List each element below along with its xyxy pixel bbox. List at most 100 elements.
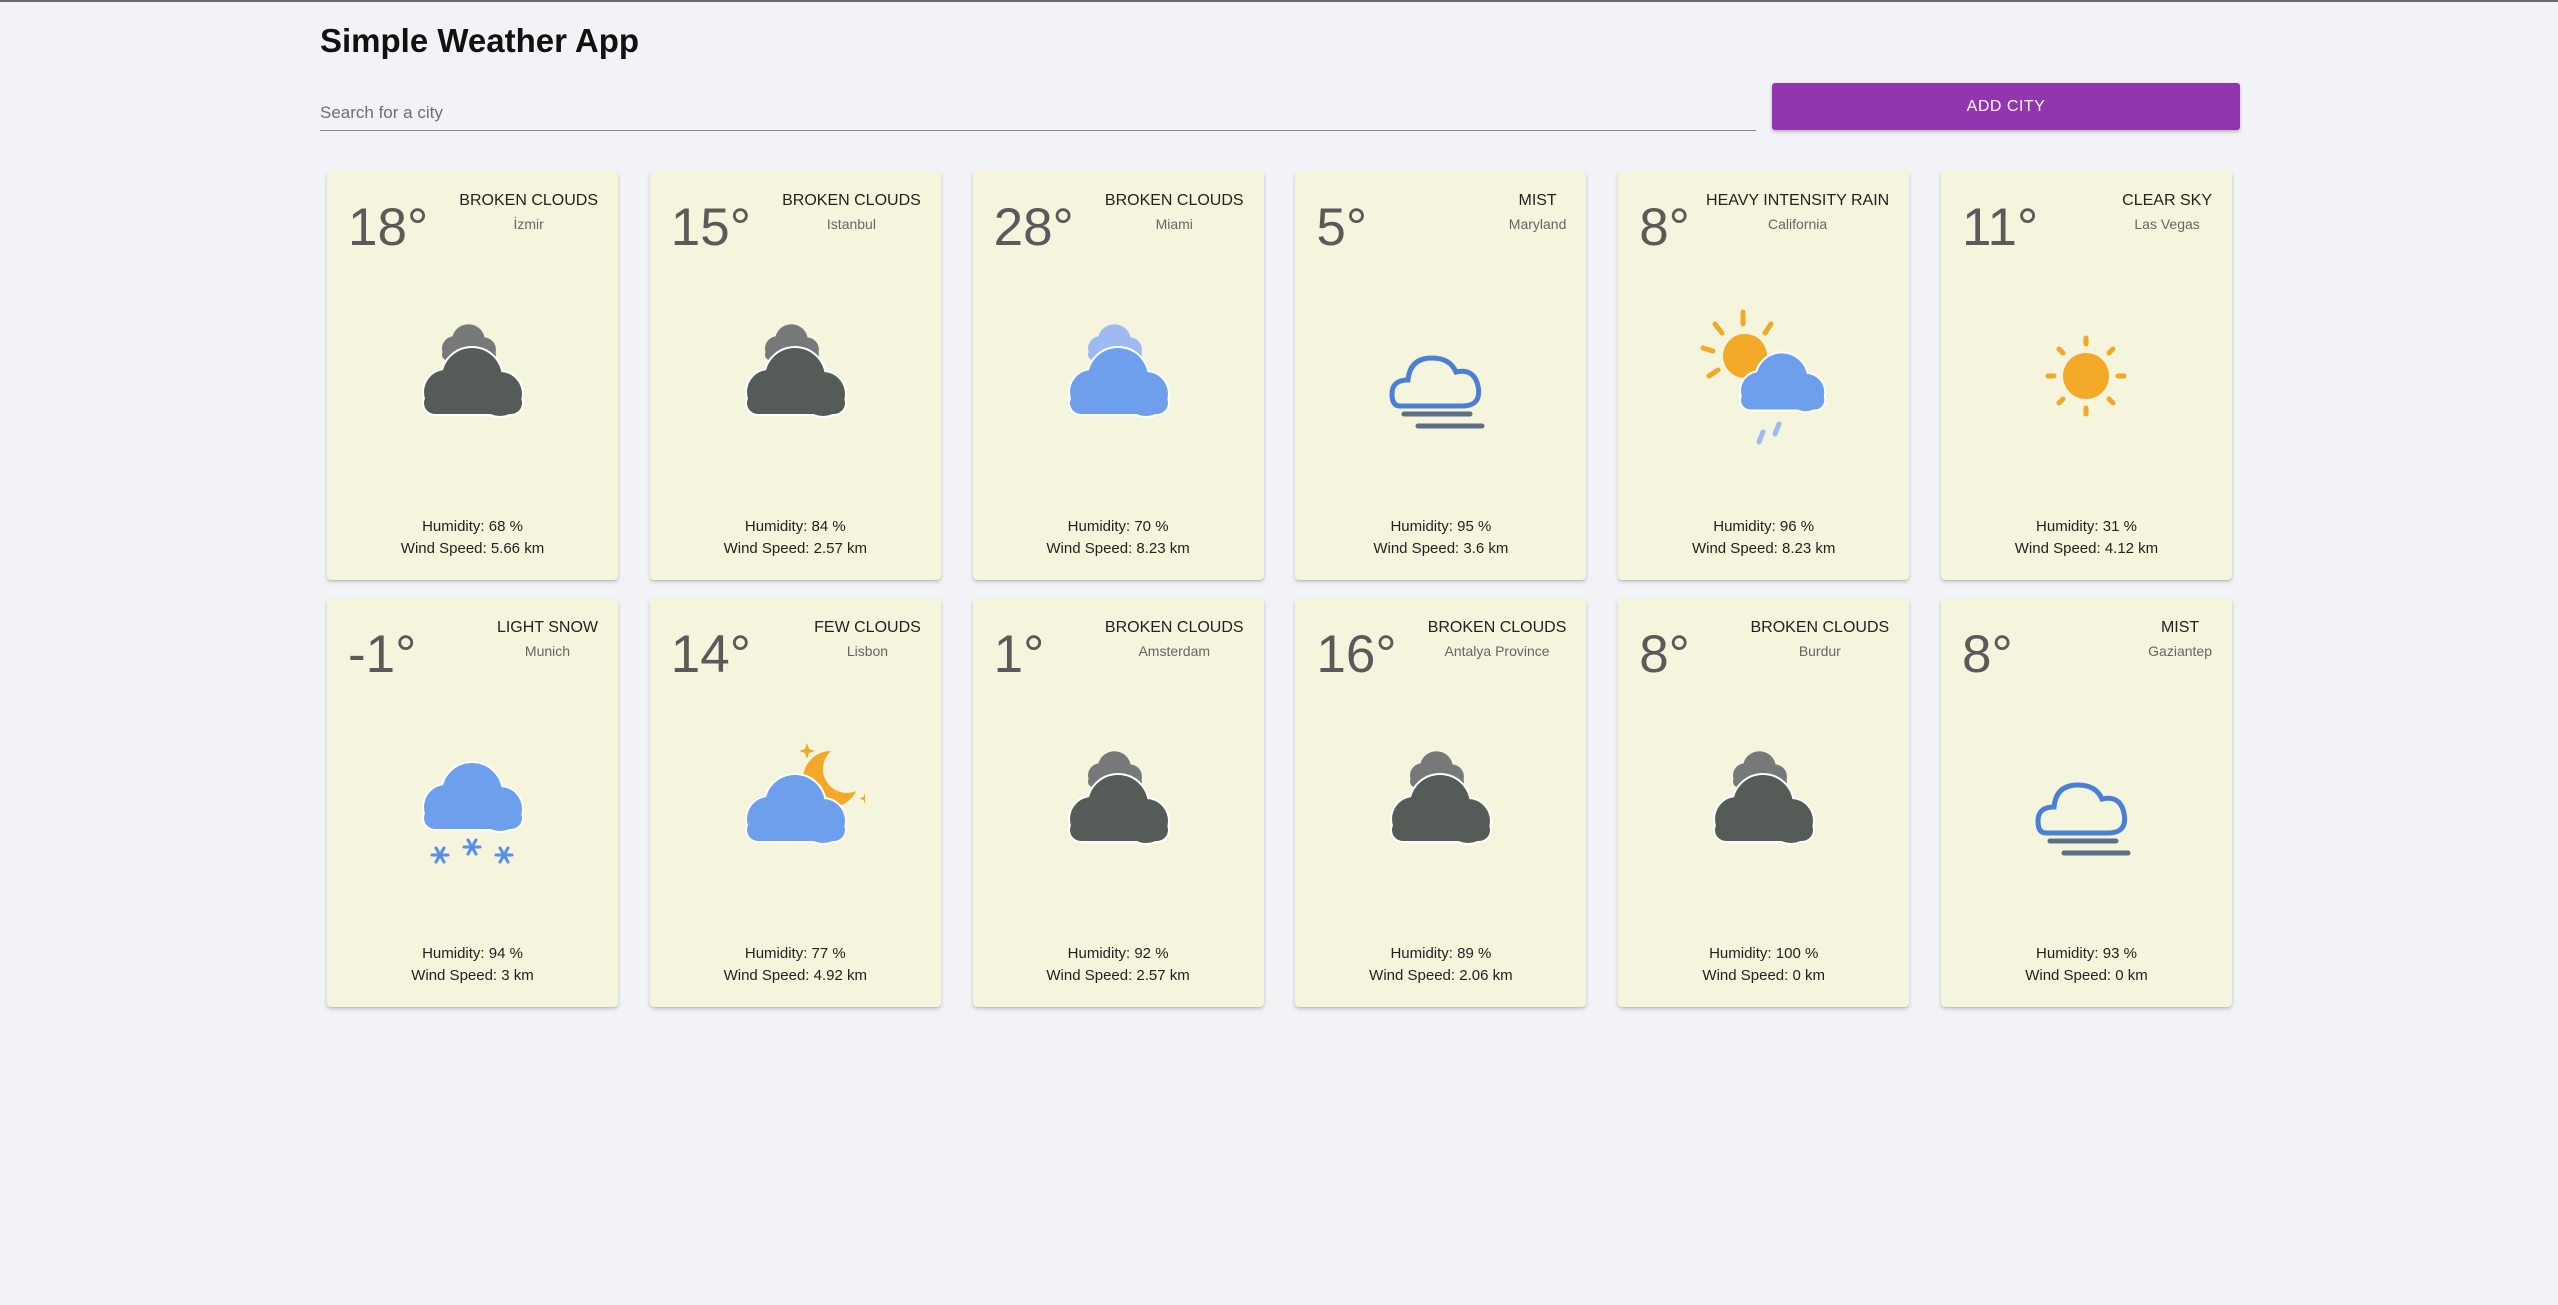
mist-icon bbox=[2016, 733, 2156, 873]
city-name: Miami bbox=[1155, 216, 1193, 232]
weather-stats: Humidity: 77 % Wind Speed: 4.92 km bbox=[650, 943, 941, 987]
city-name: Burdur bbox=[1798, 643, 1841, 659]
wind-speed: Wind Speed: 8.23 km bbox=[1691, 540, 1836, 557]
wind-speed: Wind Speed: 4.12 km bbox=[2014, 540, 2159, 557]
temperature: 15° bbox=[670, 198, 751, 257]
weather-card-munich: -1° LIGHT SNOW Munich Humidity: 94 % Win… bbox=[327, 598, 618, 1007]
weather-description: BROKEN CLOUDS bbox=[459, 192, 598, 209]
window-top-border bbox=[0, 0, 2558, 2]
temperature: 18° bbox=[348, 198, 429, 257]
weather-card-i-zmir: 18° BROKEN CLOUDS İzmir Humidity: 68 % W… bbox=[327, 171, 618, 580]
weather-card-california: 8° HEAVY INTENSITY RAIN California Humid… bbox=[1618, 171, 1910, 580]
weather-card-amsterdam: 1° BROKEN CLOUDS Amsterdam Humidity: 92 … bbox=[972, 598, 1264, 1007]
search-field[interactable] bbox=[320, 96, 1756, 131]
weather-description: MIST bbox=[2160, 619, 2200, 636]
condition-block: BROKEN CLOUDS İzmir bbox=[459, 192, 598, 232]
weather-card-grid: 18° BROKEN CLOUDS İzmir Humidity: 68 % W… bbox=[327, 171, 2232, 1007]
city-name: Las Vegas bbox=[2134, 216, 2200, 232]
search-input[interactable] bbox=[320, 98, 1756, 128]
wind-speed: Wind Speed: 4.92 km bbox=[723, 967, 867, 984]
wind-speed: Wind Speed: 2.57 km bbox=[1046, 967, 1190, 984]
app-title: Simple Weather App bbox=[320, 22, 640, 59]
weather-description: MIST bbox=[1518, 192, 1557, 209]
wind-speed: Wind Speed: 5.66 km bbox=[400, 540, 545, 557]
weather-card-istanbul: 15° BROKEN CLOUDS Istanbul Humidity: 84 … bbox=[649, 171, 941, 580]
wind-speed: Wind Speed: 8.23 km bbox=[1046, 540, 1190, 557]
broken-clouds-icon bbox=[402, 306, 542, 446]
temperature: 16° bbox=[1316, 625, 1397, 684]
weather-description: BROKEN CLOUDS bbox=[782, 192, 921, 209]
weather-stats: Humidity: 70 % Wind Speed: 8.23 km bbox=[973, 516, 1264, 560]
weather-description: BROKEN CLOUDS bbox=[1104, 619, 1244, 636]
humidity: Humidity: 100 % bbox=[1709, 945, 1819, 962]
weather-stats: Humidity: 68 % Wind Speed: 5.66 km bbox=[327, 516, 618, 560]
weather-stats: Humidity: 89 % Wind Speed: 2.06 km bbox=[1295, 943, 1586, 987]
condition-block: BROKEN CLOUDS Istanbul bbox=[782, 192, 921, 232]
broken-clouds-icon bbox=[1370, 733, 1510, 873]
temperature: 14° bbox=[670, 625, 751, 684]
city-name: Gaziantep bbox=[2148, 643, 2212, 659]
weather-card-gaziantep: 8° MIST Gaziantep Humidity: 93 % Wind Sp… bbox=[1940, 598, 2232, 1007]
wind-speed: Wind Speed: 2.57 km bbox=[723, 540, 867, 557]
city-name: Lisbon bbox=[846, 643, 889, 659]
condition-block: HEAVY INTENSITY RAIN California bbox=[1706, 192, 1889, 232]
wind-speed: Wind Speed: 0 km bbox=[2025, 967, 2148, 984]
temperature: 8° bbox=[1639, 198, 1690, 257]
weather-stats: Humidity: 96 % Wind Speed: 8.23 km bbox=[1618, 516, 1909, 560]
city-name: Maryland bbox=[1508, 216, 1567, 232]
sun-rain-icon bbox=[1693, 306, 1833, 446]
weather-card-las-vegas: 11° CLEAR SKY Las Vegas Humidity: 31 % W… bbox=[1940, 171, 2232, 580]
wind-speed: Wind Speed: 3.6 km bbox=[1373, 540, 1509, 557]
humidity: Humidity: 89 % bbox=[1390, 945, 1492, 962]
add-city-button[interactable]: ADD CITY bbox=[1772, 83, 2240, 130]
snow-icon bbox=[402, 733, 542, 873]
temperature: 1° bbox=[993, 625, 1045, 684]
humidity: Humidity: 68 % bbox=[422, 518, 523, 535]
weather-stats: Humidity: 31 % Wind Speed: 4.12 km bbox=[1941, 516, 2232, 560]
weather-stats: Humidity: 95 % Wind Speed: 3.6 km bbox=[1295, 516, 1586, 560]
condition-block: BROKEN CLOUDS Antalya Province bbox=[1428, 619, 1567, 659]
city-name: Munich bbox=[524, 643, 571, 659]
temperature: 8° bbox=[1639, 625, 1690, 684]
broken-clouds-icon bbox=[1048, 733, 1188, 873]
condition-block: CLEAR SKY Las Vegas bbox=[2122, 192, 2212, 232]
wind-speed: Wind Speed: 0 km bbox=[1702, 967, 1825, 984]
weather-description: HEAVY INTENSITY RAIN bbox=[1706, 192, 1890, 209]
weather-card-maryland: 5° MIST Maryland Humidity: 95 % Wind Spe… bbox=[1295, 171, 1587, 580]
condition-block: BROKEN CLOUDS Burdur bbox=[1750, 619, 1889, 659]
humidity: Humidity: 84 % bbox=[744, 518, 846, 535]
humidity: Humidity: 96 % bbox=[1713, 518, 1815, 535]
weather-description: LIGHT SNOW bbox=[496, 619, 598, 636]
broken-clouds-icon bbox=[725, 306, 865, 446]
sun-icon bbox=[2016, 306, 2156, 446]
weather-stats: Humidity: 93 % Wind Speed: 0 km bbox=[1941, 943, 2232, 987]
humidity: Humidity: 70 % bbox=[1067, 518, 1169, 535]
humidity: Humidity: 31 % bbox=[2036, 518, 2137, 535]
temperature: -1° bbox=[348, 625, 417, 684]
city-name: Istanbul bbox=[826, 216, 876, 232]
wind-speed: Wind Speed: 3 km bbox=[411, 967, 534, 984]
city-name: Antalya Province bbox=[1444, 643, 1550, 659]
humidity: Humidity: 95 % bbox=[1390, 518, 1492, 535]
weather-description: BROKEN CLOUDS bbox=[1427, 619, 1567, 636]
mist-icon bbox=[1370, 306, 1510, 446]
temperature: 28° bbox=[993, 198, 1074, 257]
humidity: Humidity: 92 % bbox=[1067, 945, 1169, 962]
weather-description: BROKEN CLOUDS bbox=[1750, 619, 1890, 636]
condition-block: LIGHT SNOW Munich bbox=[497, 619, 598, 659]
weather-card-lisbon: 14° FEW CLOUDS Lisbon Humidity: 77 % Win… bbox=[649, 598, 941, 1007]
weather-card-burdur: 8° BROKEN CLOUDS Burdur Humidity: 100 % … bbox=[1618, 598, 1910, 1007]
broken-clouds-icon bbox=[1693, 733, 1833, 873]
city-name: California bbox=[1768, 216, 1828, 232]
temperature: 11° bbox=[1961, 198, 2039, 257]
weather-stats: Humidity: 92 % Wind Speed: 2.57 km bbox=[973, 943, 1264, 987]
humidity: Humidity: 94 % bbox=[422, 945, 523, 962]
weather-description: CLEAR SKY bbox=[2122, 192, 2212, 209]
temperature: 8° bbox=[1961, 625, 2013, 684]
city-name: Amsterdam bbox=[1138, 643, 1211, 659]
weather-stats: Humidity: 94 % Wind Speed: 3 km bbox=[327, 943, 618, 987]
condition-block: MIST Gaziantep bbox=[2148, 619, 2212, 659]
weather-description: FEW CLOUDS bbox=[814, 619, 921, 636]
broken-clouds-day-icon bbox=[1048, 306, 1188, 446]
condition-block: FEW CLOUDS Lisbon bbox=[814, 619, 921, 659]
